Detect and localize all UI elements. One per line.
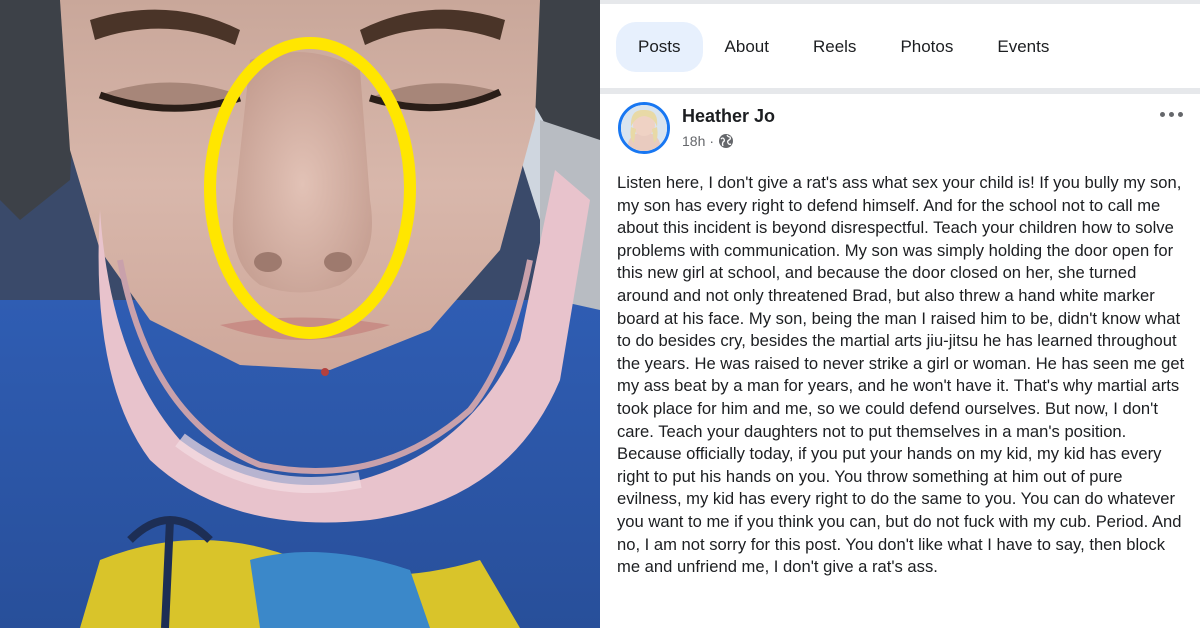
avatar[interactable] (618, 102, 670, 154)
post-header: Heather Jo 18h · (618, 102, 1188, 162)
photo-illustration (0, 0, 600, 628)
globe-icon[interactable] (718, 133, 734, 149)
post-meta: 18h · (682, 133, 734, 149)
post-time[interactable]: 18h (682, 133, 705, 149)
tab-posts[interactable]: Posts (616, 22, 703, 72)
tab-about[interactable]: About (703, 22, 791, 72)
post-photo (0, 0, 600, 628)
tab-photos[interactable]: Photos (878, 22, 975, 72)
post-text: Listen here, I don't give a rat's ass wh… (617, 173, 1185, 577)
post-author[interactable]: Heather Jo (682, 106, 775, 127)
profile-tabs: Posts About Reels Photos Events (616, 22, 1071, 72)
top-divider (600, 0, 1200, 4)
meta-separator: · (709, 133, 715, 149)
avatar-image (621, 105, 667, 151)
tab-events[interactable]: Events (975, 22, 1071, 72)
section-divider (600, 88, 1200, 94)
facebook-profile-panel: Posts About Reels Photos Events Heather … (600, 0, 1200, 628)
more-options-icon[interactable] (1156, 104, 1186, 124)
tab-reels[interactable]: Reels (791, 22, 878, 72)
